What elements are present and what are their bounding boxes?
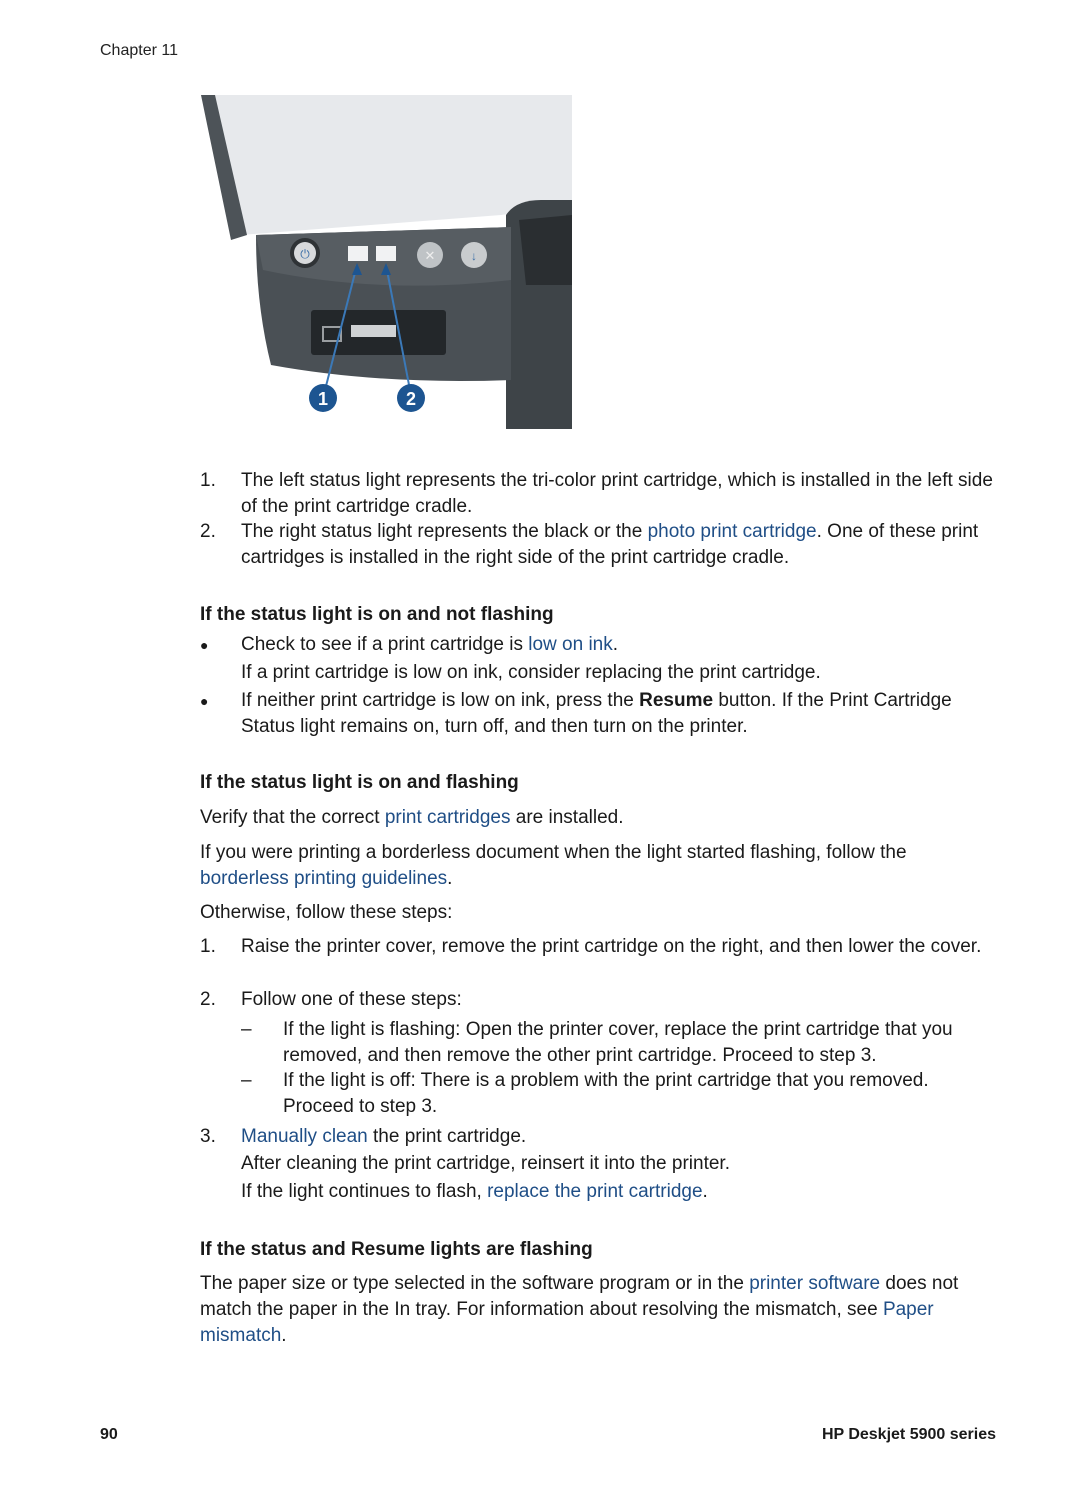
svg-text:⏻: ⏻	[300, 247, 310, 261]
page-number: 90	[100, 1426, 118, 1443]
svg-text:↓: ↓	[471, 249, 477, 263]
resume-button-label: Resume	[639, 690, 714, 711]
link-print-cartridges[interactable]: print cartridges	[385, 807, 511, 828]
link-replace-cartridge[interactable]: replace the print cartridge	[487, 1181, 702, 1202]
link-photo-print-cartridge[interactable]: photo print cartridge	[648, 521, 817, 542]
callout-1-label: 1	[318, 389, 328, 409]
item-number: 1.	[200, 470, 216, 491]
bullet-icon: ●	[200, 693, 209, 709]
step-text: Manually clean the print cartridge.	[241, 1126, 527, 1147]
substep-text: If the light is flashing: Open the print…	[283, 1019, 953, 1066]
svg-text:✕: ✕	[425, 248, 436, 263]
step-text: Follow one of these steps:	[241, 989, 462, 1010]
bullet-icon: ●	[200, 637, 209, 653]
step-text: Raise the printer cover, remove the prin…	[241, 936, 982, 957]
paragraph-borderless: If you were printing a borderless docume…	[200, 842, 907, 889]
paragraph-paper-mismatch: The paper size or type selected in the s…	[200, 1273, 959, 1346]
item-number: 2.	[200, 521, 216, 542]
step-number: 1.	[200, 936, 216, 957]
link-borderless-guidelines[interactable]: borderless printing guidelines	[200, 868, 447, 889]
bullet-text: Check to see if a print cartridge is low…	[241, 634, 619, 655]
paragraph-otherwise: Otherwise, follow these steps:	[200, 902, 453, 923]
link-low-on-ink[interactable]: low on ink	[528, 634, 613, 655]
section-heading-resume-flashing: If the status and Resume lights are flas…	[200, 1239, 593, 1260]
section-heading-flashing: If the status light is on and flashing	[200, 772, 519, 793]
step-number: 2.	[200, 989, 216, 1010]
dash: –	[241, 1070, 252, 1091]
callout-2-label: 2	[406, 389, 416, 409]
dash: –	[241, 1019, 252, 1040]
printer-control-panel-figure: ⏻ ✕ ↓ 1 2	[201, 95, 572, 429]
bullet-text: If neither print cartridge is low on ink…	[241, 690, 952, 737]
paragraph-verify: Verify that the correct print cartridges…	[200, 807, 624, 828]
link-manually-clean[interactable]: Manually clean	[241, 1126, 368, 1147]
substep-text: If the light is off: There is a problem …	[283, 1070, 929, 1117]
link-printer-software[interactable]: printer software	[749, 1273, 880, 1294]
item-text: The right status light represents the bl…	[241, 521, 979, 568]
step-number: 3.	[200, 1126, 216, 1147]
left-status-light-icon	[348, 246, 368, 261]
chapter-label: Chapter 11	[100, 42, 178, 59]
item-text: The left status light represents the tri…	[241, 470, 993, 517]
right-status-light-icon	[376, 246, 396, 261]
product-name: HP Deskjet 5900 series	[821, 1426, 996, 1443]
section-heading-not-flashing: If the status light is on and not flashi…	[200, 604, 554, 625]
